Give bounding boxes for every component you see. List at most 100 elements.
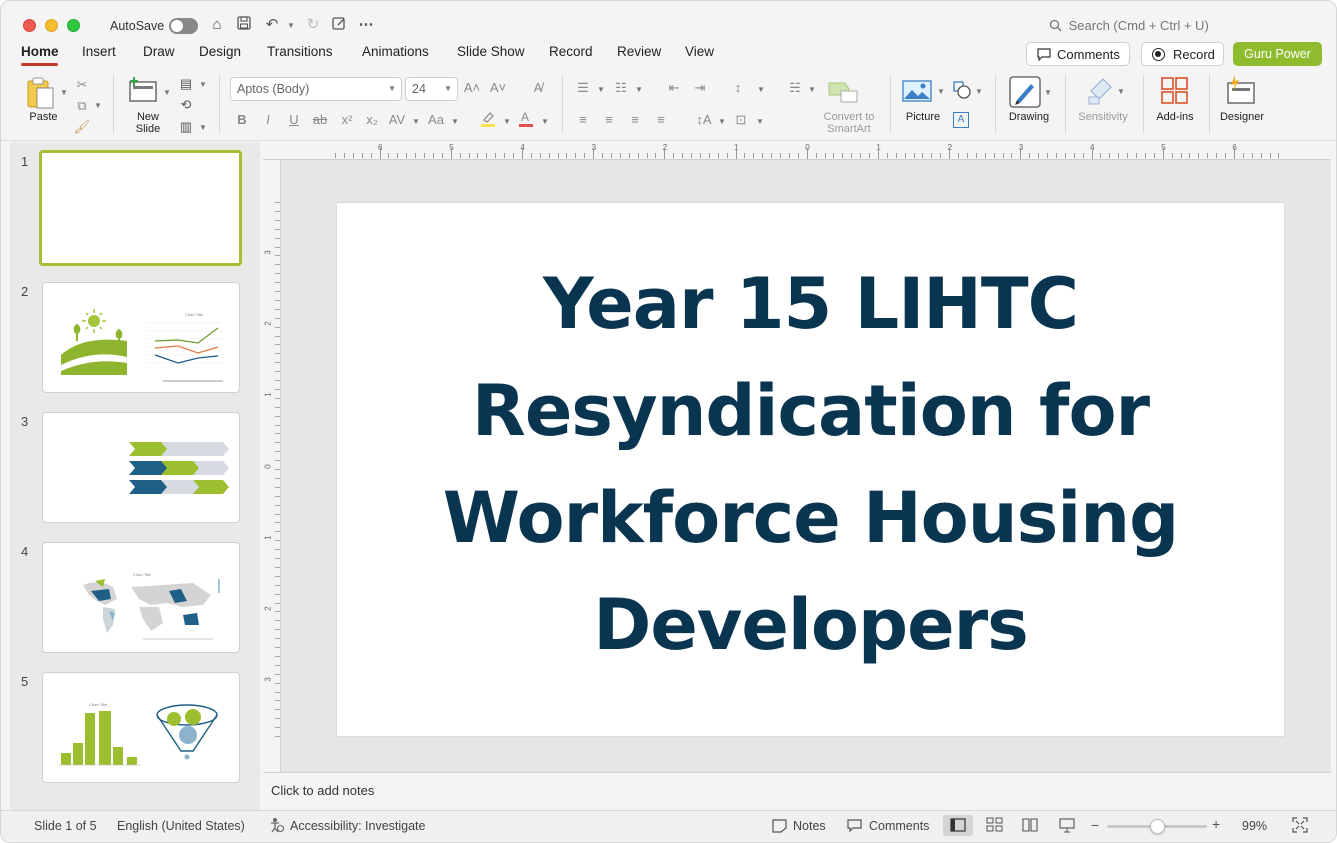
slide-thumbnail-5[interactable]: Chart Title xyxy=(42,672,240,783)
text-direction-dropdown-icon[interactable]: ▼ xyxy=(718,117,726,126)
copy-icon[interactable]: ⧉ xyxy=(73,97,91,115)
paste-label[interactable]: Paste xyxy=(21,111,66,123)
normal-view-button[interactable] xyxy=(943,815,973,836)
picture-icon[interactable] xyxy=(902,79,932,103)
justify-icon[interactable]: ≡ xyxy=(652,111,670,129)
tab-view[interactable]: View xyxy=(685,44,714,59)
zoom-level[interactable]: 99% xyxy=(1242,819,1267,833)
tab-review[interactable]: Review xyxy=(617,44,661,59)
change-case-icon[interactable]: Aa xyxy=(427,111,445,129)
font-name-select[interactable]: Aptos (Body) ▼ xyxy=(230,77,402,101)
smartart-icon[interactable] xyxy=(827,79,859,103)
drawing-label[interactable]: Drawing xyxy=(1002,111,1056,123)
undo-icon[interactable]: ↶ xyxy=(262,15,282,35)
drawing-icon[interactable] xyxy=(1009,76,1041,108)
picture-label[interactable]: Picture xyxy=(899,111,947,123)
highlight-icon[interactable] xyxy=(479,109,497,127)
font-color-icon[interactable]: A xyxy=(517,109,535,127)
spacing-dropdown-icon[interactable]: ▼ xyxy=(412,117,420,126)
notes-icon[interactable] xyxy=(772,819,787,836)
add-ins-label[interactable]: Add-ins xyxy=(1151,111,1199,123)
font-size-select[interactable]: 24 ▼ xyxy=(405,77,458,101)
shapes-icon[interactable] xyxy=(953,81,971,99)
numbering-icon[interactable]: ☷ xyxy=(612,79,630,97)
tab-home[interactable]: Home xyxy=(21,44,59,59)
decrease-indent-icon[interactable]: ⇤ xyxy=(665,79,683,97)
layout-dropdown-icon[interactable]: ▼ xyxy=(199,80,207,89)
redo-icon[interactable]: ↻ xyxy=(303,15,323,35)
zoom-slider[interactable] xyxy=(1107,819,1207,834)
format-painter-icon[interactable]: 🖌 xyxy=(73,118,91,136)
fit-to-window-icon[interactable] xyxy=(1292,817,1308,836)
slide-title[interactable]: Year 15 LIHTC Resyndication for Workforc… xyxy=(377,251,1244,679)
home-icon[interactable]: ⌂ xyxy=(207,15,227,35)
shapes-dropdown-icon[interactable]: ▼ xyxy=(975,87,983,96)
maximize-window-button[interactable] xyxy=(67,19,80,32)
character-spacing-icon[interactable]: AV xyxy=(388,111,406,129)
drawing-dropdown-icon[interactable]: ▼ xyxy=(1044,88,1052,97)
zoom-out-button[interactable]: − xyxy=(1091,817,1099,833)
current-slide[interactable]: Year 15 LIHTC Resyndication for Workforc… xyxy=(337,203,1284,736)
paste-icon[interactable] xyxy=(25,77,59,109)
comment-icon[interactable] xyxy=(847,819,863,836)
text-direction-icon[interactable]: ↕A xyxy=(695,111,713,129)
undo-dropdown-icon[interactable]: ▼ xyxy=(287,21,295,30)
bullets-dropdown-icon[interactable]: ▼ xyxy=(597,85,605,94)
align-text-icon[interactable]: ⊡ xyxy=(732,111,750,129)
slide-thumbnail-3[interactable] xyxy=(42,412,240,523)
slide-sorter-button[interactable] xyxy=(986,816,1004,837)
text-box-icon[interactable]: A xyxy=(953,112,969,128)
case-dropdown-icon[interactable]: ▼ xyxy=(451,117,459,126)
add-ins-icon[interactable] xyxy=(1161,77,1189,105)
tab-insert[interactable]: Insert xyxy=(82,44,116,59)
zoom-slider-thumb[interactable] xyxy=(1150,819,1165,834)
tab-transitions[interactable]: Transitions xyxy=(267,44,333,59)
align-left-icon[interactable]: ≡ xyxy=(574,111,592,129)
designer-label[interactable]: Designer xyxy=(1213,111,1271,123)
tab-design[interactable]: Design xyxy=(199,44,241,59)
slide-thumbnail-1[interactable] xyxy=(39,150,242,266)
tab-record[interactable]: Record xyxy=(549,44,593,59)
font-color-dropdown-icon[interactable]: ▼ xyxy=(541,117,549,126)
sensitivity-dropdown-icon[interactable]: ▼ xyxy=(1117,87,1125,96)
columns-dropdown-icon[interactable]: ▼ xyxy=(808,85,816,94)
smartart-label-1[interactable]: Convert to xyxy=(816,111,882,123)
slide-thumbnail-4[interactable]: Chart Title xyxy=(42,542,240,653)
line-spacing-icon[interactable]: ↕ xyxy=(729,79,747,97)
reading-view-button[interactable] xyxy=(1021,816,1039,837)
superscript-icon[interactable]: x² xyxy=(338,111,356,129)
underline-icon[interactable]: U xyxy=(285,111,303,129)
section-icon[interactable]: ▥ xyxy=(177,118,195,136)
accessibility-status[interactable]: Accessibility: Investigate xyxy=(290,819,425,833)
autosave-toggle[interactable] xyxy=(169,18,198,34)
language-indicator[interactable]: English (United States) xyxy=(117,819,245,833)
highlight-dropdown-icon[interactable]: ▼ xyxy=(503,117,511,126)
save-icon[interactable] xyxy=(234,15,254,35)
tab-slide-show[interactable]: Slide Show xyxy=(457,44,525,59)
increase-indent-icon[interactable]: ⇥ xyxy=(691,79,709,97)
notes-pane[interactable]: Click to add notes xyxy=(263,772,1331,810)
align-center-icon[interactable]: ≡ xyxy=(600,111,618,129)
align-right-icon[interactable]: ≡ xyxy=(626,111,644,129)
new-slide-label-2[interactable]: Slide xyxy=(129,123,167,135)
close-window-button[interactable] xyxy=(23,19,36,32)
comments-button[interactable]: Comments xyxy=(1026,42,1130,66)
new-slide-icon[interactable] xyxy=(128,77,160,103)
comments-toggle[interactable]: Comments xyxy=(869,819,929,833)
picture-dropdown-icon[interactable]: ▼ xyxy=(937,87,945,96)
line-spacing-dropdown-icon[interactable]: ▼ xyxy=(757,85,765,94)
copy-dropdown-icon[interactable]: ▼ xyxy=(94,101,102,110)
clear-formatting-icon[interactable]: A̸ xyxy=(529,79,547,97)
slide-thumbnail-2[interactable]: Chart Title xyxy=(42,282,240,393)
bold-icon[interactable]: B xyxy=(233,111,251,129)
new-slide-dropdown-icon[interactable]: ▼ xyxy=(163,88,171,97)
customize-icon[interactable] xyxy=(329,15,349,35)
guru-power-button[interactable]: Guru Power xyxy=(1233,42,1322,66)
reset-icon[interactable]: ⟲ xyxy=(177,96,195,114)
italic-icon[interactable]: I xyxy=(259,111,277,129)
record-button[interactable]: Record xyxy=(1141,42,1224,66)
strikethrough-icon[interactable]: ab xyxy=(311,111,329,129)
cut-icon[interactable]: ✂ xyxy=(73,76,91,94)
paste-dropdown-icon[interactable]: ▼ xyxy=(60,88,68,97)
increase-font-icon[interactable]: A˄ xyxy=(463,79,481,97)
